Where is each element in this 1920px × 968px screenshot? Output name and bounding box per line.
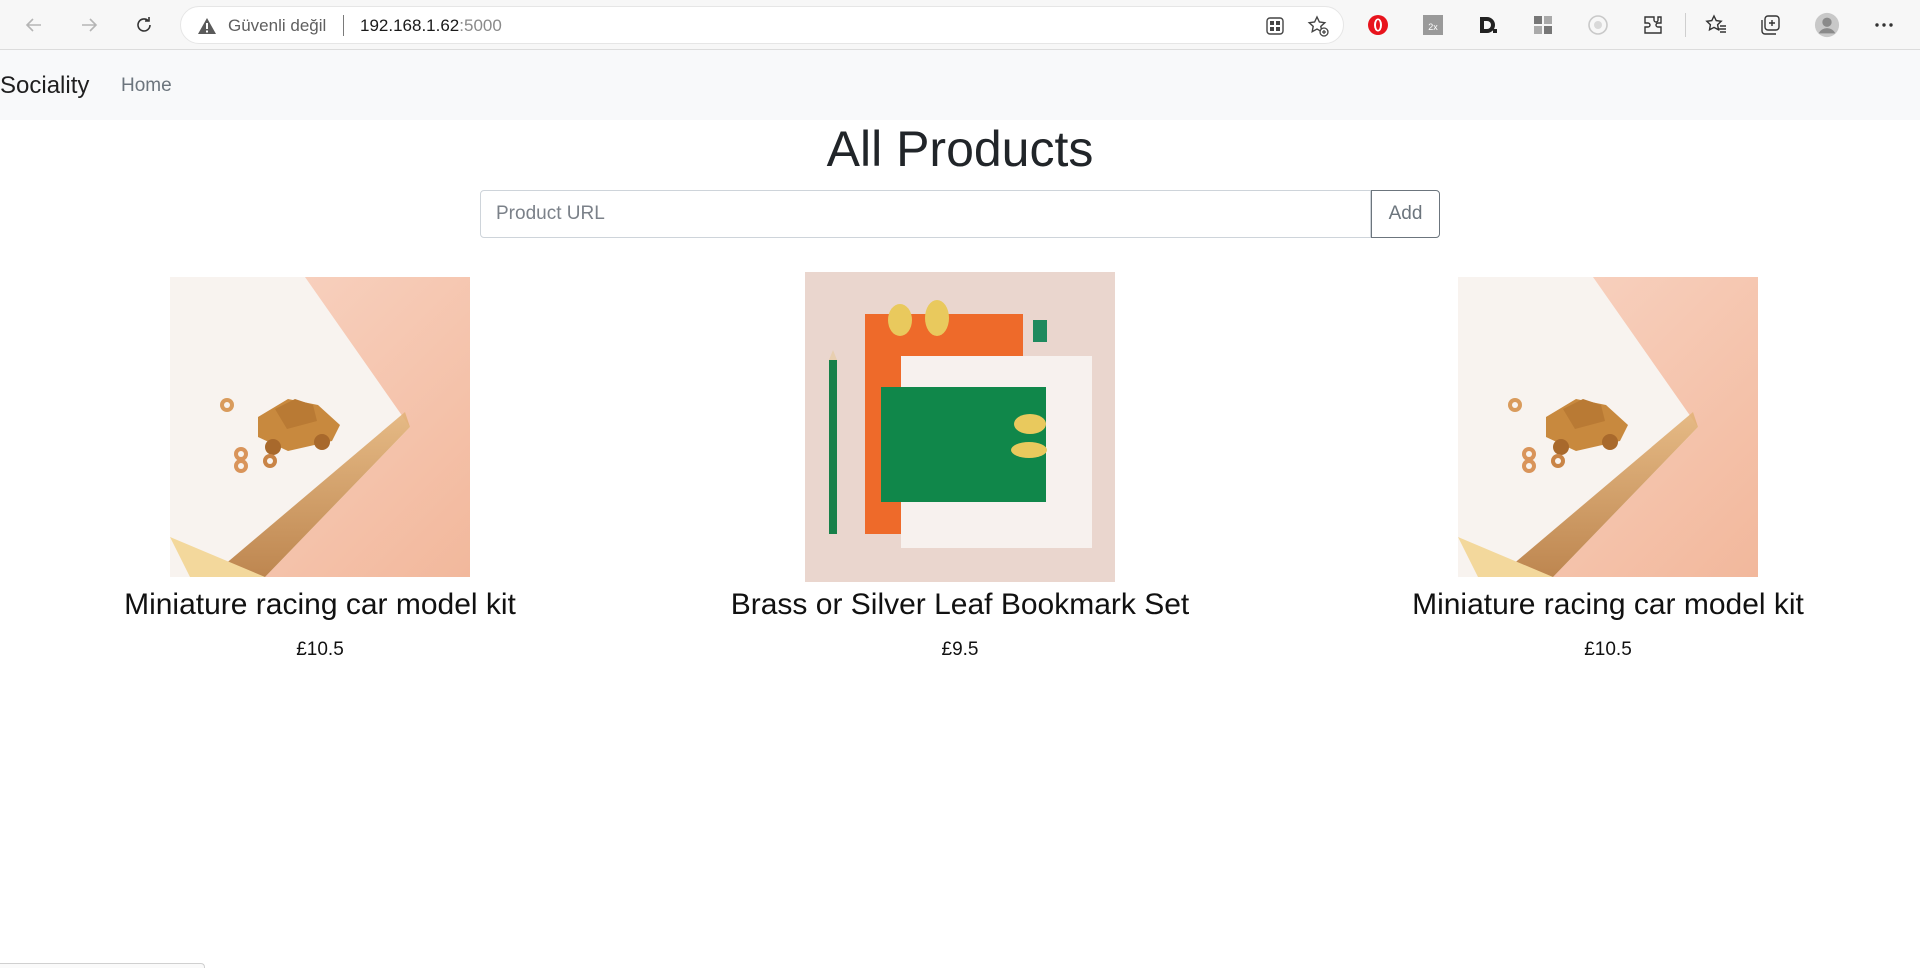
add-favorite-icon[interactable] <box>1307 15 1329 37</box>
product-name[interactable]: Miniature racing car model kit <box>1288 588 1920 622</box>
forward-button[interactable] <box>73 9 105 41</box>
opera-extension-icon[interactable] <box>1365 12 1391 38</box>
product-name[interactable]: Brass or Silver Leaf Bookmark Set <box>640 588 1280 622</box>
extensions-icon[interactable] <box>1640 12 1666 38</box>
url-text[interactable]: 192.168.1.62:5000 <box>360 16 502 36</box>
product-price: £10.5 <box>296 639 344 660</box>
product-image[interactable] <box>1458 277 1758 577</box>
product-image[interactable] <box>170 277 470 577</box>
reload-button[interactable] <box>128 9 160 41</box>
profile-icon[interactable] <box>1814 12 1840 38</box>
page-title: All Products <box>826 121 1094 177</box>
brand-link[interactable]: Sociality <box>0 72 89 100</box>
zoom-extension-icon[interactable]: 2x <box>1420 12 1446 38</box>
status-bar-edge <box>0 963 205 968</box>
product-price: £10.5 <box>1584 639 1632 660</box>
d-extension-icon[interactable] <box>1475 12 1501 38</box>
add-button[interactable]: Add <box>1371 190 1440 238</box>
forward-arrow-icon <box>82 18 98 32</box>
nav-home-link[interactable]: Home <box>121 75 172 97</box>
product-image[interactable] <box>805 272 1115 582</box>
navbar: Sociality Home <box>0 50 1920 120</box>
browser-toolbar: Güvenli değil 192.168.1.62:5000 2x <box>0 0 1920 50</box>
more-icon[interactable] <box>1871 12 1897 38</box>
product-card[interactable]: Miniature racing car model kit £10.5 <box>1288 277 1920 660</box>
back-arrow-icon <box>25 18 41 32</box>
product-url-input[interactable] <box>480 190 1371 238</box>
toolbar-separator <box>1685 13 1686 37</box>
product-card[interactable]: Miniature racing car model kit £10.5 <box>0 277 640 660</box>
add-product-form: Add <box>480 190 1440 238</box>
product-price: £9.5 <box>941 639 979 660</box>
grid-extension-icon[interactable] <box>1530 12 1556 38</box>
product-name[interactable]: Miniature racing car model kit <box>0 588 640 622</box>
url-host: 192.168.1.62 <box>360 16 460 35</box>
collections-icon[interactable] <box>1757 12 1783 38</box>
warning-icon[interactable] <box>197 16 217 36</box>
svg-text:2x: 2x <box>1428 22 1438 32</box>
url-port: :5000 <box>459 16 502 35</box>
back-button[interactable] <box>18 9 50 41</box>
product-card[interactable]: Brass or Silver Leaf Bookmark Set £9.5 <box>640 272 1280 660</box>
favorites-icon[interactable] <box>1703 12 1729 38</box>
security-warning-text[interactable]: Güvenli değil <box>228 16 326 36</box>
reload-icon <box>137 17 151 32</box>
app-available-icon[interactable] <box>1264 15 1286 37</box>
eye-extension-icon[interactable] <box>1585 12 1611 38</box>
address-bar[interactable]: Güvenli değil 192.168.1.62:5000 <box>180 6 1344 44</box>
address-separator <box>343 15 344 36</box>
